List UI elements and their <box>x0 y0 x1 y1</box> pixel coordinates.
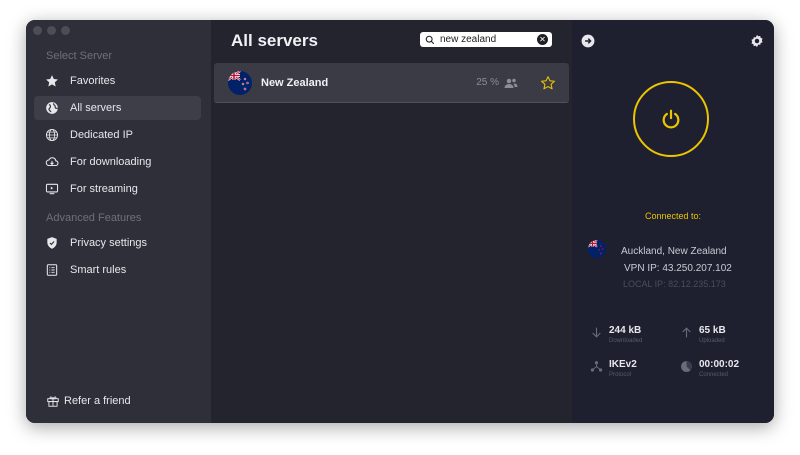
protocol-label: Protocol <box>609 372 632 378</box>
power-toggle-button[interactable] <box>633 81 709 157</box>
rules-icon <box>44 262 60 278</box>
protocol-stat: IKEv2 Protocol <box>590 359 637 378</box>
sidebar-item-downloading[interactable]: For downloading <box>34 150 201 174</box>
search-icon <box>425 35 435 44</box>
close-window-button[interactable] <box>33 26 42 35</box>
uploaded-label: Uploaded <box>699 338 725 344</box>
connection-status-panel: Connected to: Auckland, New Zealand VPN … <box>572 20 774 423</box>
local-ip: LOCAL IP: 82.12.235.173 <box>623 279 726 289</box>
server-name: New Zealand <box>261 76 329 89</box>
users-icon <box>504 78 518 88</box>
server-load: 25 % <box>476 77 518 89</box>
sidebar-item-smart-rules[interactable]: Smart rules <box>34 258 201 282</box>
sidebar-item-privacy-settings[interactable]: Privacy settings <box>34 231 201 255</box>
dedicated-ip-icon <box>44 127 60 143</box>
select-server-heading: Select Server <box>46 50 113 62</box>
sidebar-item-streaming[interactable]: For streaming <box>34 177 201 201</box>
server-row-new-zealand[interactable]: New Zealand 25 % <box>214 63 569 103</box>
shield-icon <box>44 235 60 251</box>
vpn-ip: VPN IP: 43.250.207.102 <box>624 263 732 274</box>
advanced-features-heading: Advanced Features <box>46 212 142 224</box>
connected-to-label: Connected to: <box>644 211 702 221</box>
uploaded-value: 65 kB <box>699 325 726 336</box>
sidebar-item-favorites[interactable]: Favorites <box>34 69 201 93</box>
sidebar-item-label: For streaming <box>70 183 138 195</box>
connected-time-stat: 00:00:02 Connected <box>680 359 739 378</box>
sidebar-item-label: Dedicated IP <box>70 129 133 141</box>
search-box: ✕ <box>420 32 552 47</box>
connected-time-label: Connected <box>699 372 729 378</box>
server-load-value: 25 % <box>476 77 499 88</box>
star-icon <box>44 73 60 89</box>
downloaded-value: 244 kB <box>609 325 642 336</box>
search-input[interactable] <box>440 32 532 47</box>
downloaded-stat: 244 kB Downloaded <box>590 325 642 344</box>
sidebar-item-label: Favorites <box>70 75 116 87</box>
upload-arrow-icon <box>682 327 691 338</box>
refer-a-friend-button[interactable]: Refer a friend <box>46 394 131 408</box>
protocol-value: IKEv2 <box>609 359 637 370</box>
minimize-window-button[interactable] <box>47 26 56 35</box>
arrow-right-icon[interactable] <box>581 34 595 48</box>
sidebar-item-label: Smart rules <box>70 264 127 276</box>
new-zealand-flag-icon <box>228 70 252 95</box>
power-icon <box>662 109 680 129</box>
gear-icon[interactable] <box>750 34 764 48</box>
downloaded-label: Downloaded <box>609 338 643 344</box>
sidebar-item-label: For downloading <box>70 156 152 168</box>
zoom-window-button[interactable] <box>61 26 70 35</box>
gift-icon <box>47 396 59 407</box>
protocol-icon <box>590 361 603 372</box>
page-title: All servers <box>231 31 318 50</box>
sidebar-item-dedicated-ip[interactable]: Dedicated IP <box>34 123 201 147</box>
new-zealand-flag-icon <box>588 240 606 258</box>
globe-icon <box>44 100 60 116</box>
cloud-download-icon <box>44 154 60 170</box>
uploaded-stat: 65 kB Uploaded <box>680 325 726 344</box>
app-window: Select Server Favorites All servers Dedi… <box>26 20 774 423</box>
server-list-panel: All servers ✕ New Zealand <box>211 20 572 423</box>
streaming-icon <box>44 181 60 197</box>
timer-icon <box>681 361 692 372</box>
window-controls <box>33 26 70 35</box>
clear-search-button[interactable]: ✕ <box>537 34 548 45</box>
sidebar-item-label: All servers <box>70 102 122 114</box>
sidebar-item-all-servers[interactable]: All servers <box>34 96 201 120</box>
refer-a-friend-label: Refer a friend <box>64 395 131 407</box>
connected-location: Auckland, New Zealand <box>621 246 727 257</box>
sidebar-item-label: Privacy settings <box>70 237 148 249</box>
sidebar: Select Server Favorites All servers Dedi… <box>26 20 211 423</box>
favorite-star-icon[interactable] <box>540 75 556 91</box>
download-arrow-icon <box>592 327 601 338</box>
connected-time-value: 00:00:02 <box>699 359 740 370</box>
